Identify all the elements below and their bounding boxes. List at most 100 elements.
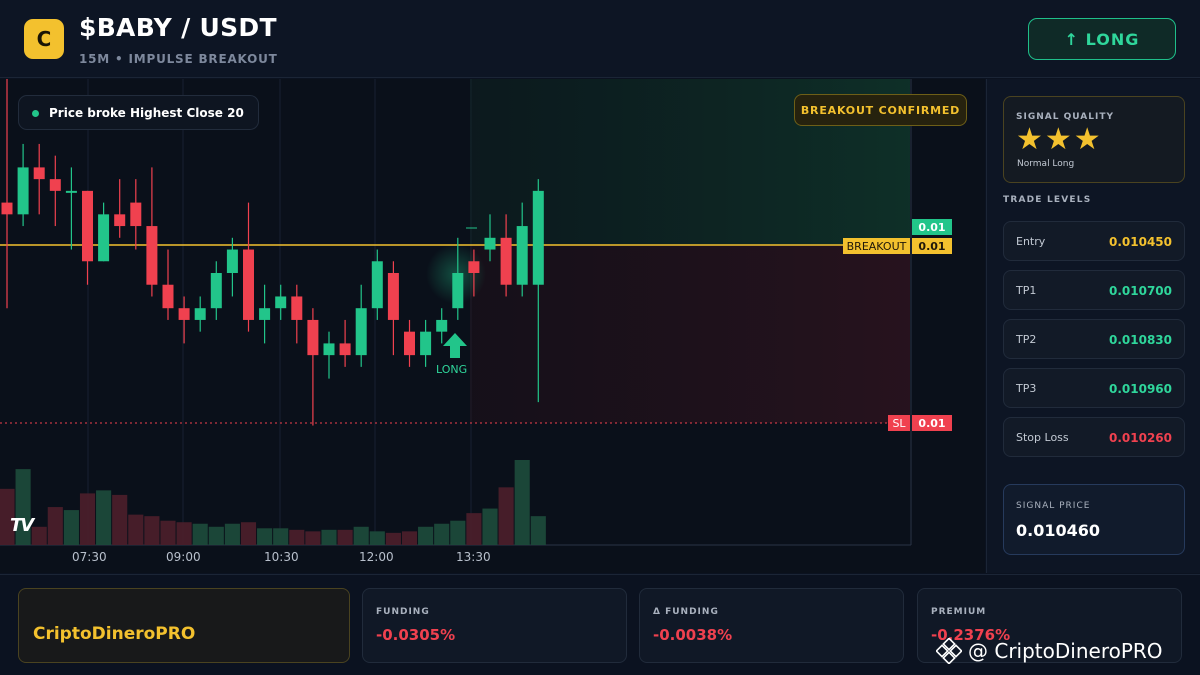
watermark-text: @ CriptoDineroPRO [968,639,1163,663]
app-logo: C [24,19,64,59]
candle-body [275,296,287,309]
signal-quality-title: SIGNAL QUALITY [1016,112,1114,122]
volume-bar [418,526,434,545]
level-tp1: TP1 0.010700 [1003,270,1185,310]
volume-bar [144,516,160,545]
signal-quality-subtitle: Normal Long [1017,159,1075,169]
volume-bar [192,523,208,545]
trade-levels-title: TRADE LEVELS [1003,195,1092,205]
status-pill-text: Price broke Highest Close 20 [49,105,244,120]
stat-title: Δ FUNDING [653,607,719,617]
bottom-bar: CriptoDineroPRO FUNDING -0.0305% Δ FUNDI… [0,574,1200,675]
volume-bar [385,532,401,545]
candle-body [33,167,45,180]
level-value: 0.010450 [1108,235,1172,249]
volume-bar [208,526,224,545]
volume-bars [0,460,546,545]
time-label: 13:30 [456,550,491,564]
star-rating-icon: ★★★ [1016,122,1103,157]
signal-price-card: SIGNAL PRICE 0.010460 [1003,484,1185,555]
level-label: TP1 [1016,284,1037,297]
time-label: 09:00 [166,550,201,564]
volume-bar [321,529,337,545]
volume-bar [482,508,498,545]
candle-body [484,237,496,250]
status-dot-icon [32,110,39,117]
volume-bar [401,531,418,545]
candle-body [98,214,110,262]
candle-body [420,331,432,356]
volume-bar [530,516,546,545]
candle-body [17,167,29,215]
volume-bar [224,523,240,545]
long-button[interactable]: ↑ LONG [1028,18,1176,60]
volume-bar [63,510,79,545]
volume-bar [31,526,47,545]
signal-quality-card: SIGNAL QUALITY ★★★ Normal Long [1003,96,1185,183]
sl-label-tag: SL [888,415,910,431]
level-value: 0.010960 [1108,382,1172,396]
candle-body [532,190,544,285]
time-label: 12:00 [359,550,394,564]
volume-bar [112,494,128,545]
level-label: Entry [1016,235,1046,248]
volume-bar [273,528,289,545]
volume-bar [240,522,257,545]
level-label: TP3 [1016,382,1037,395]
volume-bar [498,487,514,545]
price-chart[interactable]: Price broke Highest Close 20 BREAKOUT CO… [0,79,985,573]
stat-value: -0.0038% [653,626,733,644]
chart-grid [87,79,472,545]
delta-funding-card: Δ FUNDING -0.0038% [639,588,904,663]
candle-body [82,190,93,262]
volume-bar [514,460,530,545]
time-label: 07:30 [72,550,107,564]
volume-bar [128,514,144,545]
breakout-label-tag: BREAKOUT [843,238,910,254]
signal-price-title: SIGNAL PRICE [1016,501,1091,511]
level-entry: Entry 0.010450 [1003,221,1185,261]
candle-body [323,343,335,356]
candle-body [114,214,126,227]
candle-body [404,331,415,356]
level-tp2: TP2 0.010830 [1003,319,1185,359]
volume-bar [289,529,305,545]
candle-body [355,308,367,356]
long-arrow-icon [443,333,467,358]
volume-bar [369,531,385,545]
brand-name: CriptoDineroPRO [33,624,196,644]
volume-bar [450,520,466,545]
level-value: 0.010700 [1108,284,1172,298]
volume-bar [337,529,353,545]
level-tp3: TP3 0.010960 [1003,368,1185,408]
candle-body [371,261,383,309]
candle-body [210,273,222,309]
watermark: @ CriptoDineroPRO [936,638,1163,664]
candle-body [226,249,238,273]
candle-body [194,308,206,320]
level-value: 0.010260 [1108,431,1172,445]
candle-body [162,284,174,309]
candlestick-chart[interactable] [0,79,985,573]
stat-title: PREMIUM [931,607,987,617]
candle-body [65,190,77,193]
candle-body [291,296,303,320]
stat-title: FUNDING [376,607,430,617]
candle-body [1,202,13,215]
candle-body [178,308,190,320]
brand-card: CriptoDineroPRO [18,588,350,663]
level-value: 0.010830 [1108,333,1172,347]
breakout-price-tag: 0.01 [912,238,952,254]
pair-subtitle: 15M • IMPULSE BREAKOUT [79,52,278,66]
signal-sidebar: SIGNAL QUALITY ★★★ Normal Long TRADE LEV… [986,79,1200,573]
candle-body [49,179,61,191]
pair-title: $BABY / USDT [79,13,277,42]
level-label: Stop Loss [1016,431,1069,444]
stat-value: -0.0305% [376,626,456,644]
level-stop-loss: Stop Loss 0.010260 [1003,417,1185,457]
binance-icon [936,638,962,664]
candle-body [243,249,254,320]
candle-body [146,226,158,285]
candle-body [436,319,448,332]
volume-bar [257,528,273,545]
